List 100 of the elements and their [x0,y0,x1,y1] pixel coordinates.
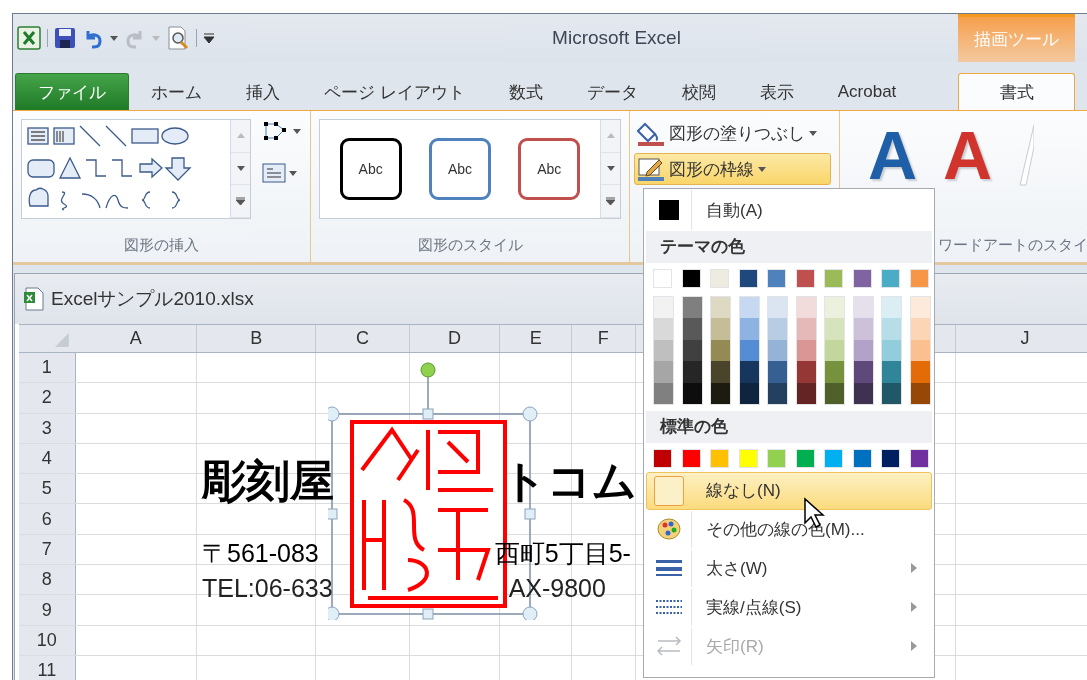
column-header[interactable]: J [955,325,1087,352]
color-swatch[interactable] [852,448,872,468]
color-swatch[interactable] [654,297,673,319]
menu-item[interactable]: 太さ(W) [646,548,932,588]
color-swatch[interactable] [768,361,787,383]
ribbon-tab[interactable]: ホーム [129,73,224,110]
color-swatch[interactable] [825,297,844,319]
color-swatch[interactable] [653,269,672,288]
save-icon[interactable] [54,27,76,49]
column-header[interactable]: D [409,325,501,352]
column-header[interactable]: A [75,325,197,352]
color-swatch[interactable] [795,448,815,468]
ribbon-tab[interactable]: 挿入 [224,73,302,110]
color-swatch[interactable] [768,297,787,319]
color-swatch[interactable] [682,339,702,362]
color-swatch[interactable] [882,382,901,404]
color-swatch[interactable] [767,269,786,288]
color-swatch[interactable] [738,269,758,288]
ribbon-tab[interactable]: 書式 [958,73,1075,110]
ribbon-tab[interactable]: Acrobat [815,73,919,110]
row-header[interactable]: 6 [19,504,76,534]
color-swatch[interactable] [909,448,929,468]
color-swatch[interactable] [882,339,901,362]
color-swatch[interactable] [739,318,759,340]
color-swatch[interactable] [882,297,901,319]
color-swatch[interactable] [796,318,816,340]
menu-item[interactable]: 線なし(N) [646,471,932,510]
row-header[interactable]: 5 [19,474,76,504]
color-swatch[interactable] [853,297,873,319]
color-swatch[interactable] [910,339,930,362]
row-header[interactable]: 2 [19,383,76,413]
shape-style-swatch[interactable]: Abc [429,138,491,200]
color-swatch[interactable] [681,269,701,288]
color-swatch[interactable] [852,269,872,288]
row-header[interactable]: 11 [19,655,76,680]
row-header[interactable]: 7 [19,534,76,565]
color-swatch[interactable] [910,382,930,404]
color-swatch[interactable] [739,382,759,404]
color-swatch[interactable] [711,361,730,383]
color-swatch[interactable] [654,339,673,362]
menu-item[interactable]: 実線/点線(S) [646,587,932,627]
column-header[interactable]: F [571,325,636,352]
color-swatch[interactable] [882,318,901,340]
color-swatch[interactable] [881,448,900,468]
color-swatch[interactable] [654,382,673,404]
row-header[interactable]: 8 [19,565,76,595]
shape-style-swatch[interactable]: Abc [339,138,402,200]
color-swatch[interactable] [795,269,815,288]
color-swatch[interactable] [711,339,730,362]
color-swatch[interactable] [739,297,759,319]
color-swatch[interactable] [796,339,816,362]
color-swatch[interactable] [739,339,759,362]
row-header[interactable]: 1 [19,353,76,383]
ribbon-tab[interactable]: 校閲 [659,73,738,110]
color-swatch[interactable] [710,269,729,288]
wordart-style-swatch[interactable]: A [943,117,993,193]
column-header[interactable]: B [197,325,317,352]
ribbon-tab[interactable]: データ [564,73,660,110]
color-swatch[interactable] [796,297,816,319]
color-swatch[interactable] [653,448,672,468]
row-header[interactable]: 9 [19,595,76,625]
ribbon-tab[interactable]: 数式 [486,73,565,110]
color-swatch[interactable] [654,318,673,340]
gallery-scroll-down-button[interactable] [231,152,250,186]
color-swatch[interactable] [853,382,873,404]
row-header[interactable]: 4 [19,443,76,474]
color-swatch[interactable] [711,382,730,404]
color-swatch[interactable] [681,448,701,468]
color-swatch[interactable] [825,339,844,362]
color-swatch[interactable] [738,448,758,468]
color-swatch[interactable] [910,318,930,340]
shape-style-swatch[interactable]: Abc [518,138,581,200]
color-swatch[interactable] [768,318,787,340]
color-swatch[interactable] [739,361,759,383]
color-swatch[interactable] [767,448,786,468]
color-swatch[interactable] [853,339,873,362]
shape-outline-button[interactable]: 図形の枠線 [634,153,831,185]
color-swatch[interactable] [853,318,873,340]
shape-fill-button[interactable]: 図形の塗りつぶし [634,117,831,149]
ribbon-tab[interactable]: ページ レイアウト [302,73,487,110]
color-swatch[interactable] [682,361,702,383]
gallery-more-button[interactable] [231,185,250,218]
color-swatch[interactable] [910,361,930,383]
color-swatch[interactable] [825,382,844,404]
color-swatch[interactable] [853,361,873,383]
color-swatch[interactable] [825,361,844,383]
color-swatch[interactable] [682,382,702,404]
gallery-more-button[interactable] [601,185,620,218]
row-header[interactable]: 10 [19,625,76,655]
color-swatch[interactable] [711,297,730,319]
color-swatch[interactable] [711,318,730,340]
color-swatch[interactable] [824,448,843,468]
color-swatch[interactable] [710,448,729,468]
color-swatch[interactable] [682,297,702,319]
color-swatch[interactable] [768,382,787,404]
ribbon-tab[interactable]: 表示 [737,73,816,110]
column-header[interactable]: C [316,325,410,352]
color-swatch[interactable] [910,297,930,319]
automatic-color-item[interactable]: 自動(A) [646,189,932,231]
color-swatch[interactable] [881,269,900,288]
